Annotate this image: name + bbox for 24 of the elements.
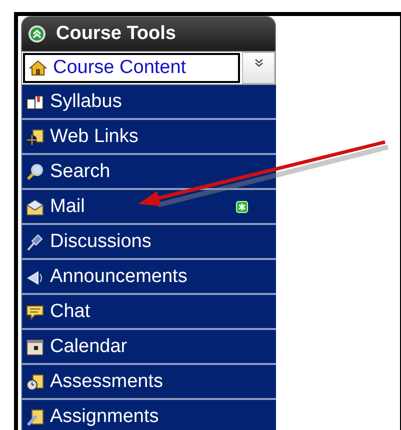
pushpin-icon: [26, 232, 44, 250]
menu-item[interactable]: Search: [22, 155, 276, 188]
menu-item[interactable]: Calendar: [22, 330, 276, 363]
menu-item[interactable]: Syllabus: [22, 85, 276, 118]
dropdown-button[interactable]: [242, 52, 275, 84]
search-icon: [26, 162, 44, 180]
envelope-icon: [26, 198, 44, 216]
book-icon: [26, 92, 44, 110]
menu-item[interactable]: Assignments: [22, 400, 276, 430]
panel-title: Course Tools: [56, 23, 176, 45]
menu-item[interactable]: Assessments: [22, 365, 276, 398]
menu-item[interactable]: Chat: [22, 295, 276, 328]
stopwatch-icon: [26, 372, 44, 390]
folder-icon: [26, 408, 44, 426]
menu-item[interactable]: Web Links: [22, 120, 276, 153]
globe-icon: [26, 128, 44, 146]
menu-item[interactable]: Discussions: [22, 225, 276, 258]
double-chevron-icon: [254, 58, 264, 68]
house-icon: [29, 59, 47, 77]
menu-item[interactable]: Announcements: [22, 260, 276, 293]
menu-item[interactable]: Course Content: [23, 53, 240, 83]
collapse-icon[interactable]: [28, 25, 46, 43]
calendar-icon: [26, 338, 44, 356]
speech-bubble-icon: [26, 302, 44, 320]
